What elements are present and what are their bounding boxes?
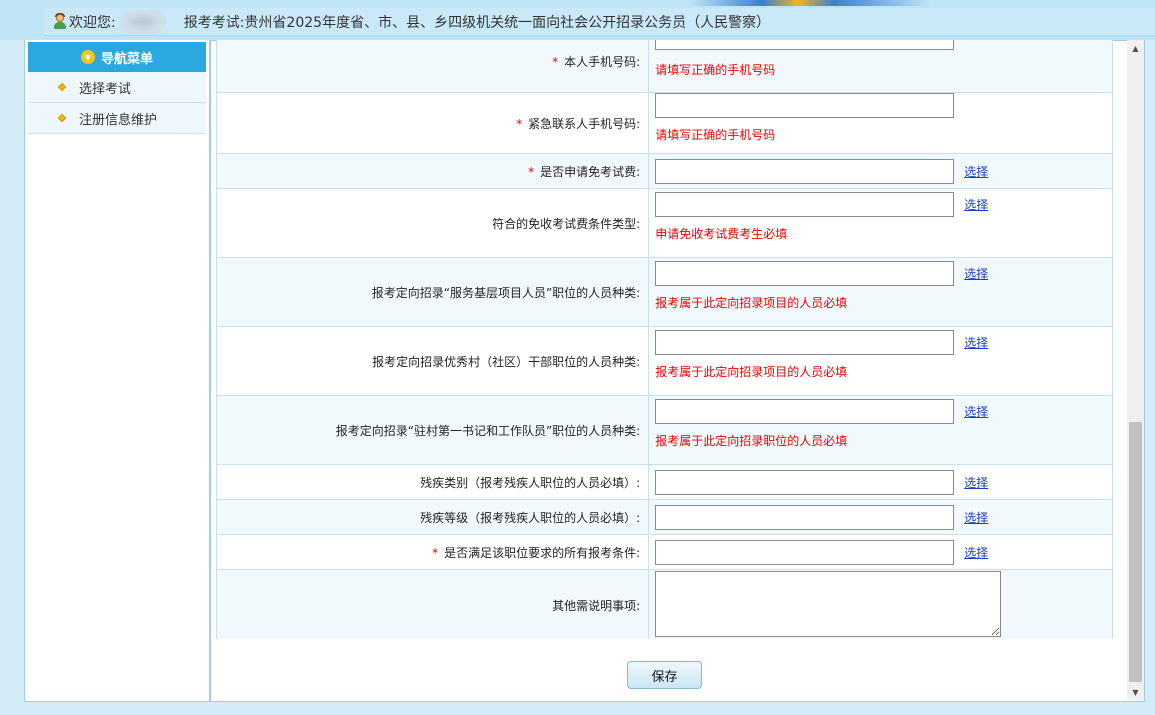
field-label: * 紧急联系人手机号码: [216,92,650,154]
disability-level-input[interactable] [655,504,955,530]
form-row: 残疾等级（报考残疾人职位的人员必填）: 选择 [216,499,1113,535]
nav-menu-title: 导航菜单 [100,51,153,67]
select-link[interactable]: 选择 [964,336,988,350]
banner-decoration [690,0,930,6]
meets-requirements-input[interactable] [655,539,955,565]
scroll-thumb[interactable] [1129,422,1142,682]
field-label: 其他需说明事项: [216,569,650,639]
select-link[interactable]: 选择 [964,267,988,281]
select-link[interactable]: 选择 [964,546,988,560]
registration-form: * 本人手机号码: 请填写正确的手机号码 * 紧急联系人手机号码: 请填写正确的手机… [216,40,1113,639]
field-label: 报考定向招录优秀村（社区）干部职位的人员种类: [216,326,650,396]
sidebar-item-registration-info[interactable]: 注册信息维护 [28,103,206,134]
form-row: 报考定向招录“驻村第一书记和工作队员”职位的人员种类: 选择 报考属于此定向招录… [216,395,1113,465]
user-icon [53,12,67,30]
nav-menu-header: ▼ 导航菜单 [28,42,206,72]
field-hint: 请填写正确的手机号码 [655,63,776,77]
village-cadre-type-input[interactable] [655,330,955,355]
field-hint: 报考属于此定向招录项目的人员必填 [655,296,848,310]
field-label: * 本人手机号码: [216,40,650,93]
bullet-icon [57,82,67,92]
field-hint: 报考属于此定向招录职位的人员必填 [655,434,848,448]
field-label: * 是否满足该职位要求的所有报考条件: [216,534,650,570]
emergency-contact-phone-input[interactable] [655,93,955,118]
other-notes-textarea[interactable] [655,570,1002,637]
field-hint: 报考属于此定向招录项目的人员必填 [655,365,848,379]
field-label: 残疾类别（报考残疾人职位的人员必填）: [216,464,650,500]
exam-prefix: 报考考试: [183,14,245,31]
vertical-scrollbar[interactable]: ▲ ▼ [1127,40,1144,700]
welcome-bar: 欢迎您: 报考考试: 贵州省2025年度省、市、县、乡四级机关统一面向社会公开招… [44,8,1155,36]
field-hint: 申请免收考试费考生必填 [655,227,788,241]
sidebar-item-label: 注册信息维护 [79,112,158,128]
form-row: 报考定向招录优秀村（社区）干部职位的人员种类: 选择 报考属于此定向招录项目的人… [216,326,1113,396]
blurred-username [119,9,166,34]
grassroots-project-type-input[interactable] [655,261,955,286]
field-label: 报考定向招录“服务基层项目人员”职位的人员种类: [216,257,650,327]
field-label: 残疾等级（报考残疾人职位的人员必填）: [216,499,650,535]
form-row: * 是否满足该职位要求的所有报考条件: 选择 [216,534,1113,570]
select-link[interactable]: 选择 [964,476,988,490]
form-content: * 本人手机号码: 请填写正确的手机号码 * 紧急联系人手机号码: 请填写正确的手机… [216,40,1113,639]
select-link[interactable]: 选择 [964,511,988,525]
form-row: * 本人手机号码: 请填写正确的手机号码 [216,40,1113,93]
scroll-down-arrow-icon[interactable]: ▼ [1127,684,1144,700]
field-hint: 请填写正确的手机号码 [655,128,776,142]
form-row: * 是否申请免考试费: 选择 [216,153,1113,189]
disability-category-input[interactable] [655,469,955,495]
form-row: 其他需说明事项: [216,569,1113,639]
field-label: 符合的免收考试费条件类型: [216,188,650,258]
select-link[interactable]: 选择 [964,405,988,419]
field-label: * 是否申请免考试费: [216,153,650,189]
fee-waiver-input[interactable] [655,158,955,184]
sidebar: ▼ 导航菜单 选择考试 注册信息维护 [25,40,211,701]
fee-waiver-type-input[interactable] [655,192,955,217]
save-button[interactable]: 保存 [627,661,702,689]
form-row: 符合的免收考试费条件类型: 选择 申请免收考试费考生必填 [216,188,1113,258]
bullet-icon [57,113,67,123]
exam-name: 贵州省2025年度省、市、县、乡四级机关统一面向社会公开招录公务员（人民警察） [244,14,771,31]
select-link[interactable]: 选择 [964,198,988,212]
form-row: * 紧急联系人手机号码: 请填写正确的手机号码 [216,92,1113,154]
mobile-phone-input[interactable] [655,40,955,50]
scroll-up-arrow-icon[interactable]: ▲ [1127,40,1144,56]
village-secretary-type-input[interactable] [655,399,955,424]
chevron-down-icon: ▼ [80,50,95,64]
form-row: 残疾类别（报考残疾人职位的人员必填）: 选择 [216,464,1113,500]
sidebar-item-select-exam[interactable]: 选择考试 [28,72,206,103]
welcome-label: 欢迎您: [69,14,116,31]
field-label: 报考定向招录“驻村第一书记和工作队员”职位的人员种类: [216,395,650,465]
sidebar-item-label: 选择考试 [79,81,132,97]
select-link[interactable]: 选择 [964,165,988,179]
form-row: 报考定向招录“服务基层项目人员”职位的人员种类: 选择 报考属于此定向招录项目的… [216,257,1113,327]
